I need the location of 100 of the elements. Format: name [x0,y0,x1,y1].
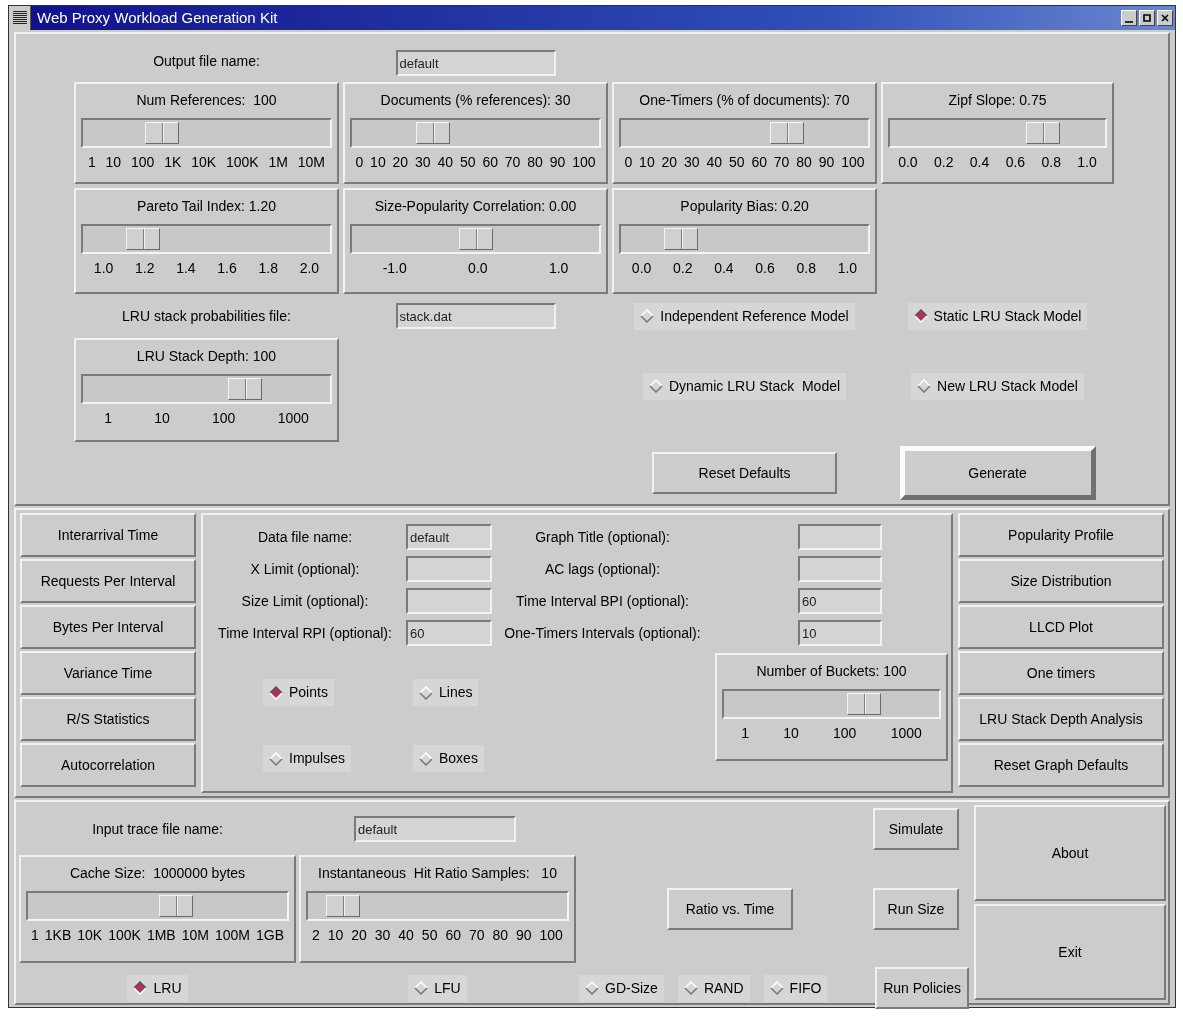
radio-option[interactable]: Dynamic LRU Stack Model [642,372,847,400]
tick-label: 90 [515,926,532,945]
tick-label: 1.2 [135,259,155,278]
action-button[interactable]: Generate [899,446,1096,500]
action-button[interactable]: Reset Defaults [652,452,837,494]
plot-button[interactable]: Interarrival Time [20,513,196,557]
tick-label: 40 [706,153,723,172]
slider-thumb[interactable] [326,895,360,917]
action-button[interactable]: Simulate [873,808,959,850]
graph-button[interactable]: LRU Stack Depth Analysis [958,697,1164,741]
radio-option[interactable]: Impulses [263,745,352,772]
tick-label: 1.0 [1077,153,1097,172]
radio-option[interactable]: Independent Reference Model [634,302,855,330]
slider-thumb[interactable] [158,895,193,917]
tick-label: 10 [105,153,122,172]
slider-track[interactable] [619,224,870,254]
slider-thumb[interactable] [458,228,493,250]
tick-label: 40 [437,153,454,172]
radio-option[interactable]: FIFO [763,974,828,1002]
graph-button[interactable]: Popularity Profile [958,513,1164,557]
plot-button[interactable]: Requests Per Interval [20,559,196,603]
slider-track[interactable] [81,118,332,148]
action-button[interactable]: Run Policies [875,967,969,1009]
slider-track[interactable] [81,224,332,254]
field-label: X Limit (optional): [249,559,361,579]
tick-label: 1 [741,724,749,743]
text-field[interactable]: default [354,816,516,842]
tick-label: 70 [504,153,521,172]
side-button[interactable]: About [974,805,1166,901]
slider-label: Instantaneous Hit Ratio Samples: 10 [317,864,558,883]
tick-label: 0.2 [934,153,954,172]
action-button[interactable]: Run Size [873,888,959,930]
radio-option[interactable]: LRU [127,974,188,1002]
text-field[interactable] [798,524,882,550]
slider-track[interactable] [722,689,941,719]
slider-label: Documents (% references): 30 [379,91,572,110]
graph-button[interactable]: One timers [958,651,1164,695]
minimize-button[interactable] [1121,10,1137,26]
text-field[interactable]: default [395,50,556,76]
text-field[interactable]: default [406,524,492,550]
tick-label: 100 [841,153,865,172]
plot-button[interactable]: Bytes Per Interval [20,605,196,649]
slider-track[interactable] [888,118,1107,148]
text-field[interactable]: 10 [798,620,882,646]
radio-option[interactable]: RAND [677,974,750,1002]
radio-option[interactable]: New LRU Stack Model [911,372,1084,400]
slider-label: Pareto Tail Index: 1.20 [135,197,278,216]
tick-label: 80 [527,153,543,172]
slider-track[interactable] [306,891,569,921]
slider-thumb[interactable] [847,693,882,715]
slider-thumb[interactable] [770,122,805,144]
tick-label: 0.6 [1005,153,1026,172]
plot-button[interactable]: Autocorrelation [20,743,196,787]
tick-label: 1000 [277,409,309,428]
tick-label: 60 [445,926,461,945]
plot-button[interactable]: R/S Statistics [20,697,196,741]
tick-label: 1 [31,926,39,945]
tick-label: 0.0 [468,259,488,278]
window-menu-button[interactable] [9,6,31,30]
tick-label: 100 [131,153,155,172]
tick-label: 30 [415,153,431,172]
radio-option[interactable]: Boxes [413,745,484,772]
text-field[interactable]: 60 [406,620,492,646]
slider-thumb[interactable] [415,122,450,144]
maximize-button[interactable] [1139,10,1155,26]
text-field[interactable] [798,556,882,582]
slider-track[interactable] [26,891,289,921]
radio-option[interactable]: Static LRU Stack Model [907,302,1088,330]
close-button[interactable] [1157,10,1173,26]
slider-track[interactable] [350,118,601,148]
text-field[interactable] [406,588,492,614]
radio-option[interactable]: Points [263,679,334,706]
slider-track[interactable] [619,118,870,148]
slider-track[interactable] [350,224,601,254]
tick-label: 50 [421,926,438,945]
text-field[interactable]: stack.dat [395,303,556,329]
plot-button[interactable]: Variance Time [20,651,196,695]
text-field[interactable]: 60 [798,588,882,614]
tick-label: 50 [459,153,476,172]
slider-thumb[interactable] [227,378,262,400]
minimize-icon [1125,21,1133,23]
field-label: Input trace file name: [92,819,223,839]
text-field[interactable] [406,556,492,582]
slider-thumb[interactable] [663,228,698,250]
radio-option[interactable]: GD-Size [579,974,664,1002]
slider-thumb[interactable] [1025,122,1060,144]
tick-label: 1KB [44,926,72,945]
graph-button[interactable]: LLCD Plot [958,605,1164,649]
slider-thumb[interactable] [125,228,160,250]
action-button[interactable]: Ratio vs. Time [667,888,793,930]
slider-track[interactable] [81,374,332,404]
graph-button[interactable]: Size Distribution [958,559,1164,603]
side-button[interactable]: Exit [974,904,1166,1000]
slider-thumb[interactable] [144,122,179,144]
radio-option[interactable]: Lines [413,679,479,706]
field-label: One-Timers Intervals (optional): [503,623,702,643]
graph-button[interactable]: Reset Graph Defaults [958,743,1164,787]
tick-label: 1 [104,409,112,428]
tick-label: 100M [214,926,250,945]
radio-option[interactable]: LFU [408,974,467,1002]
